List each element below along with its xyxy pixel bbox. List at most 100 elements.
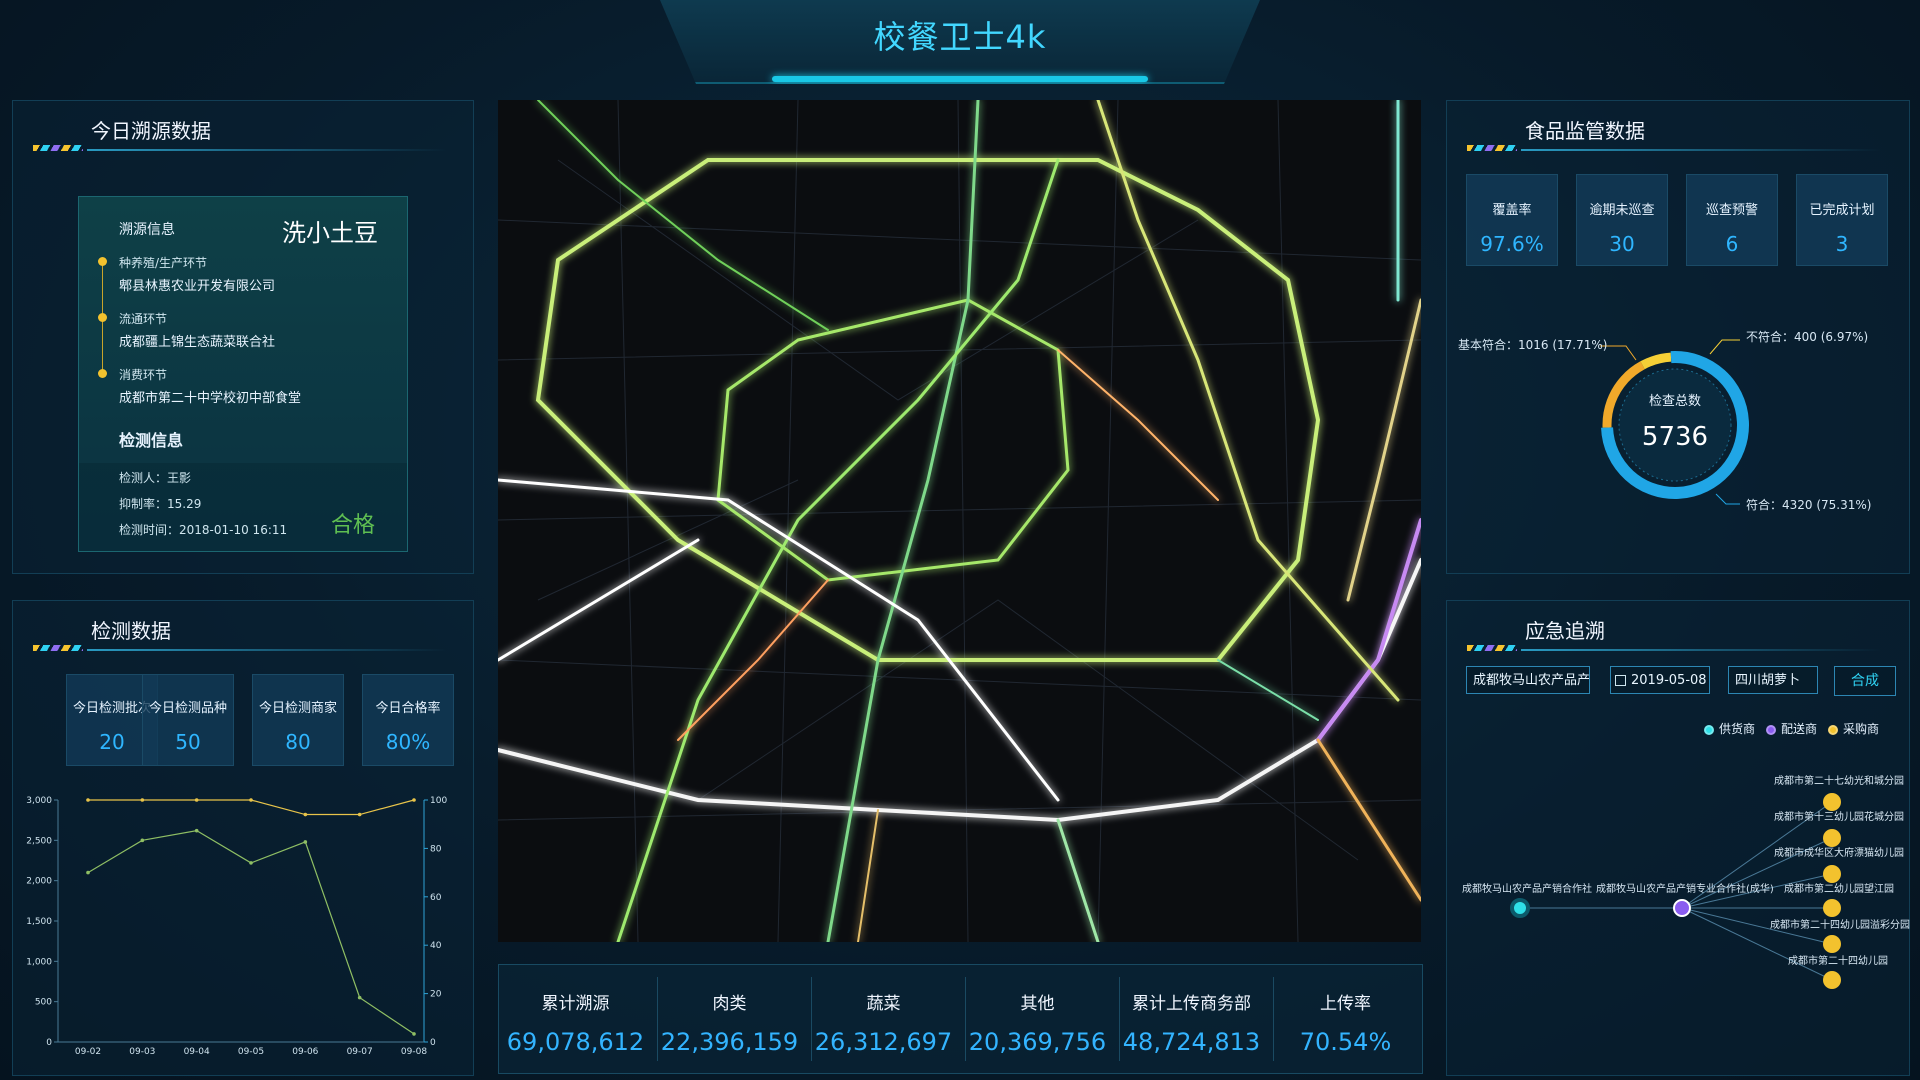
header-underline xyxy=(772,76,1148,82)
total-value: 22,396,159 xyxy=(660,1028,799,1056)
stat-label: 已完成计划 xyxy=(1809,203,1875,218)
total-vegetables: 蔬菜 26,312,697 xyxy=(807,965,960,1056)
left-tick-label: 3,000 xyxy=(26,796,52,806)
legend-label: 配送商 xyxy=(1781,722,1818,736)
total-value: 48,724,813 xyxy=(1122,1028,1261,1056)
title-decoration xyxy=(1467,645,1517,651)
legend-label: 供货商 xyxy=(1719,722,1756,736)
total-label: 肉类 xyxy=(712,994,747,1014)
left-tick-label: 0 xyxy=(46,1038,52,1048)
buyer-label: 成都市第二幼儿园望江园 xyxy=(1784,884,1894,895)
x-tick-label: 09-07 xyxy=(347,1047,373,1057)
buyer-label: 成都市第二十四幼儿园 xyxy=(1788,956,1888,967)
title-decoration xyxy=(1467,145,1517,151)
series-point xyxy=(412,798,416,802)
trace-stage-3: 消费环节 xyxy=(119,368,168,382)
left-tick-label: 1,000 xyxy=(26,957,52,967)
stat-card-overdue: 逾期未巡查 30 xyxy=(1576,174,1668,266)
legend-dot-icon xyxy=(1704,724,1714,735)
detection-line-chart: 0 500 1,000 1,500 2,000 2,500 3,000 0 20 40 60 80 10… xyxy=(26,796,447,1057)
right-tick-label: 100 xyxy=(430,796,447,806)
total-meat: 肉类 22,396,159 xyxy=(653,965,806,1056)
city-map[interactable] xyxy=(498,100,1421,942)
right-tick-label: 40 xyxy=(430,941,442,951)
supplier-node[interactable] xyxy=(1510,898,1530,918)
stat-card-pass-rate: 今日合格率 80% xyxy=(362,674,454,766)
stat-value: 3 xyxy=(1835,232,1849,256)
total-uploaded: 累计上传商务部 48,724,813 xyxy=(1115,965,1268,1056)
inhibition-rate: 抑制率：15.29 xyxy=(119,497,202,511)
emergency-panel-title: 应急追溯 xyxy=(1525,619,1605,643)
buyer-label: 成都市第二十七幼光和城分园 xyxy=(1774,776,1904,787)
series-point xyxy=(303,840,308,844)
buyer-node[interactable] xyxy=(1823,935,1841,953)
stat-value: 80 xyxy=(285,730,311,754)
total-value: 20,369,756 xyxy=(968,1028,1107,1056)
series-point xyxy=(357,812,362,817)
calendar-icon xyxy=(1615,675,1626,686)
legend-dot-icon xyxy=(1828,724,1838,735)
supplier-input[interactable]: 成都牧马山农产品产 xyxy=(1466,666,1590,694)
series-point xyxy=(412,1032,416,1036)
stat-label: 覆盖率 xyxy=(1492,203,1532,218)
donut-label-noncompliant: 不符合：400 (6.97%) xyxy=(1746,330,1869,344)
buyer-label: 成都市第二十四幼儿园溢彩分园 xyxy=(1770,920,1910,931)
distributor-node-label: 成都牧马山农产品产销专业合作社(成华) xyxy=(1596,884,1774,895)
stat-card-coverage: 覆盖率 97.6% xyxy=(1466,174,1558,266)
total-label: 蔬菜 xyxy=(866,994,901,1014)
x-tick-label: 09-05 xyxy=(238,1047,264,1057)
series-point xyxy=(140,838,145,843)
right-tick-label: 20 xyxy=(430,990,442,1000)
stat-value: 80% xyxy=(385,730,431,754)
stat-label: 逾期未巡查 xyxy=(1589,203,1655,218)
date-input[interactable]: 2019-05-08 xyxy=(1610,666,1710,694)
total-other: 其他 20,369,756 xyxy=(961,965,1114,1056)
stat-label: 今日检测商家 xyxy=(258,701,337,716)
trace-panel-title: 今日溯源数据 xyxy=(91,119,211,143)
app-title: 校餐卫士4k xyxy=(873,18,1047,56)
buyer-label: 成都市成华区大府漂猫幼儿园 xyxy=(1774,848,1904,859)
trace-info-label: 溯源信息 xyxy=(119,222,175,238)
food-panel-title: 食品监管数据 xyxy=(1525,119,1645,143)
synthesize-button[interactable]: 合成 xyxy=(1834,666,1896,696)
left-tick-label: 2,000 xyxy=(26,877,52,887)
trace-product-name: 洗小土豆 xyxy=(282,219,378,247)
series-point xyxy=(86,798,90,802)
date-value: 2019-05-08 xyxy=(1631,673,1707,688)
supplier-node-label: 成都牧马山农产品产销合作社 xyxy=(1462,884,1592,895)
legend-supplier[interactable]: 供货商 xyxy=(1704,720,1755,737)
legend-buyer[interactable]: 采购商 xyxy=(1828,720,1879,737)
series-point xyxy=(140,798,145,802)
distributor-node[interactable] xyxy=(1673,899,1691,917)
title-underline xyxy=(1521,649,1881,651)
donut-label-compliant: 符合：4320 (75.31%) xyxy=(1746,498,1872,512)
stat-card-completed: 已完成计划 3 xyxy=(1796,174,1888,266)
right-tick-label: 60 xyxy=(430,893,442,903)
trace-company-3: 成都市第二十中学校初中部食堂 xyxy=(119,391,302,406)
stat-value: 50 xyxy=(175,730,201,754)
left-tick-label: 1,500 xyxy=(26,917,52,927)
buyer-label: 成都市第十三幼儿园花城分园 xyxy=(1774,812,1904,823)
test-info-title: 检测信息 xyxy=(119,431,184,450)
stat-label: 今日合格率 xyxy=(375,701,441,716)
buyer-node[interactable] xyxy=(1823,971,1841,989)
legend-distributor[interactable]: 配送商 xyxy=(1766,720,1817,737)
legend-label: 采购商 xyxy=(1843,722,1880,736)
title-decoration xyxy=(33,145,83,151)
trace-stage-1: 种养殖/生产环节 xyxy=(119,256,208,270)
detection-panel-title: 检测数据 xyxy=(91,619,171,643)
stat-label: 巡查预警 xyxy=(1705,203,1758,218)
total-label: 累计溯源 xyxy=(541,994,610,1014)
product-input[interactable]: 四川胡萝卜 xyxy=(1728,666,1818,694)
right-tick-label: 0 xyxy=(430,1038,436,1048)
total-value: 26,312,697 xyxy=(814,1028,953,1056)
total-label: 累计上传商务部 xyxy=(1132,994,1251,1014)
timeline-dot xyxy=(98,313,107,322)
stat-card-merchants: 今日检测商家 80 xyxy=(252,674,344,766)
buyer-node[interactable] xyxy=(1823,899,1841,917)
tester: 检测人：王影 xyxy=(119,471,192,485)
x-tick-label: 09-08 xyxy=(401,1047,427,1057)
total-traced: 累计溯源 69,078,612 xyxy=(499,965,652,1056)
title-underline xyxy=(1521,149,1881,151)
series-point xyxy=(194,828,199,833)
